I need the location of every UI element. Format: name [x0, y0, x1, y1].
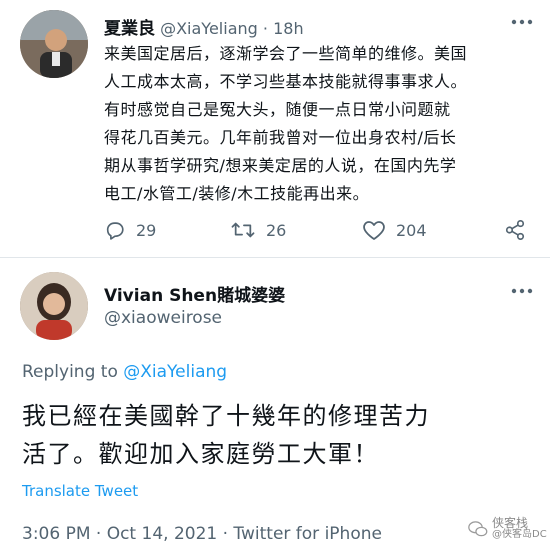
reply-button[interactable]: 29 [104, 219, 156, 241]
like-button[interactable]: 204 [362, 219, 427, 241]
tweet-text-line: 来美国定居后，逐渐学会了一些简单的维修。美国 [104, 44, 468, 63]
avatar-xiayeliang[interactable] [20, 10, 88, 78]
reply-display-name[interactable]: Vivian Shen賭城婆婆 [104, 281, 285, 306]
reply-text-line: 活了。歡迎加入家庭勞工大軍！ [22, 440, 379, 468]
avatar-photo-icon [20, 272, 88, 340]
share-icon [505, 220, 525, 240]
more-icon [511, 288, 533, 294]
user-handle[interactable]: @XiaYeliang [160, 19, 258, 38]
tweet-divider [0, 257, 550, 258]
tweet-text-line: 电工/水管工/装修/木工技能再出来。 [104, 184, 370, 203]
tweet-meta-line: 3:06 PM · Oct 14, 2021 · Twitter for iPh… [22, 524, 382, 544]
tweet-text-line: 有时感觉自己是冤大头，随便一点日常小问题就 [104, 100, 451, 119]
tweet-text-line: 得花几百美元。几年前我曾对一位出身农村/后长 [104, 128, 457, 147]
watermark: 侠客栈 @侠客岛DC [468, 517, 547, 541]
wechat-icon [468, 521, 488, 537]
reply-more-options-button[interactable] [508, 281, 536, 301]
tweet-header: 夏業良 @XiaYeliang · 18h [104, 14, 304, 39]
replying-to-handle-link[interactable]: @XiaYeliang [123, 362, 227, 382]
retweet-button[interactable]: 26 [230, 219, 286, 241]
separator-dot: · [262, 19, 268, 38]
replying-to-label: Replying to [22, 362, 118, 382]
tweet-text: 来美国定居后，逐渐学会了一些简单的维修。美国 人工成本太高，不学习些基本技能就得… [104, 40, 544, 208]
watermark-line1: 侠客栈 [492, 516, 529, 530]
tweet-text-line: 人工成本太高，不学习些基本技能就得事事求人。 [104, 72, 468, 91]
tweet-time[interactable]: 18h [273, 19, 304, 38]
like-count: 204 [396, 220, 427, 240]
reply-tweet-text: 我已經在美國幹了十幾年的修理苦力 活了。歡迎加入家庭勞工大軍！ [22, 397, 542, 473]
reply-icon [106, 222, 124, 240]
retweet-count: 26 [266, 220, 287, 240]
replying-to-line: Replying to @XiaYeliang [22, 362, 227, 382]
avatar-photo-icon [20, 10, 88, 78]
like-icon [363, 221, 385, 240]
more-options-button[interactable] [508, 12, 536, 32]
avatar-vivian-shen[interactable] [20, 272, 88, 340]
tweet-text-line: 期从事哲学研究/想来美定居的人说，在国内先学 [104, 156, 457, 175]
retweet-icon [231, 222, 255, 238]
translate-tweet-link[interactable]: Translate Tweet [22, 482, 138, 500]
more-icon [511, 19, 533, 25]
display-name[interactable]: 夏業良 [104, 19, 155, 39]
share-button[interactable] [504, 219, 536, 241]
reply-count: 29 [136, 220, 157, 240]
reply-user-handle[interactable]: @xiaoweirose [104, 308, 222, 328]
watermark-line2: @侠客岛DC [492, 529, 547, 540]
reply-text-line: 我已經在美國幹了十幾年的修理苦力 [22, 402, 430, 430]
